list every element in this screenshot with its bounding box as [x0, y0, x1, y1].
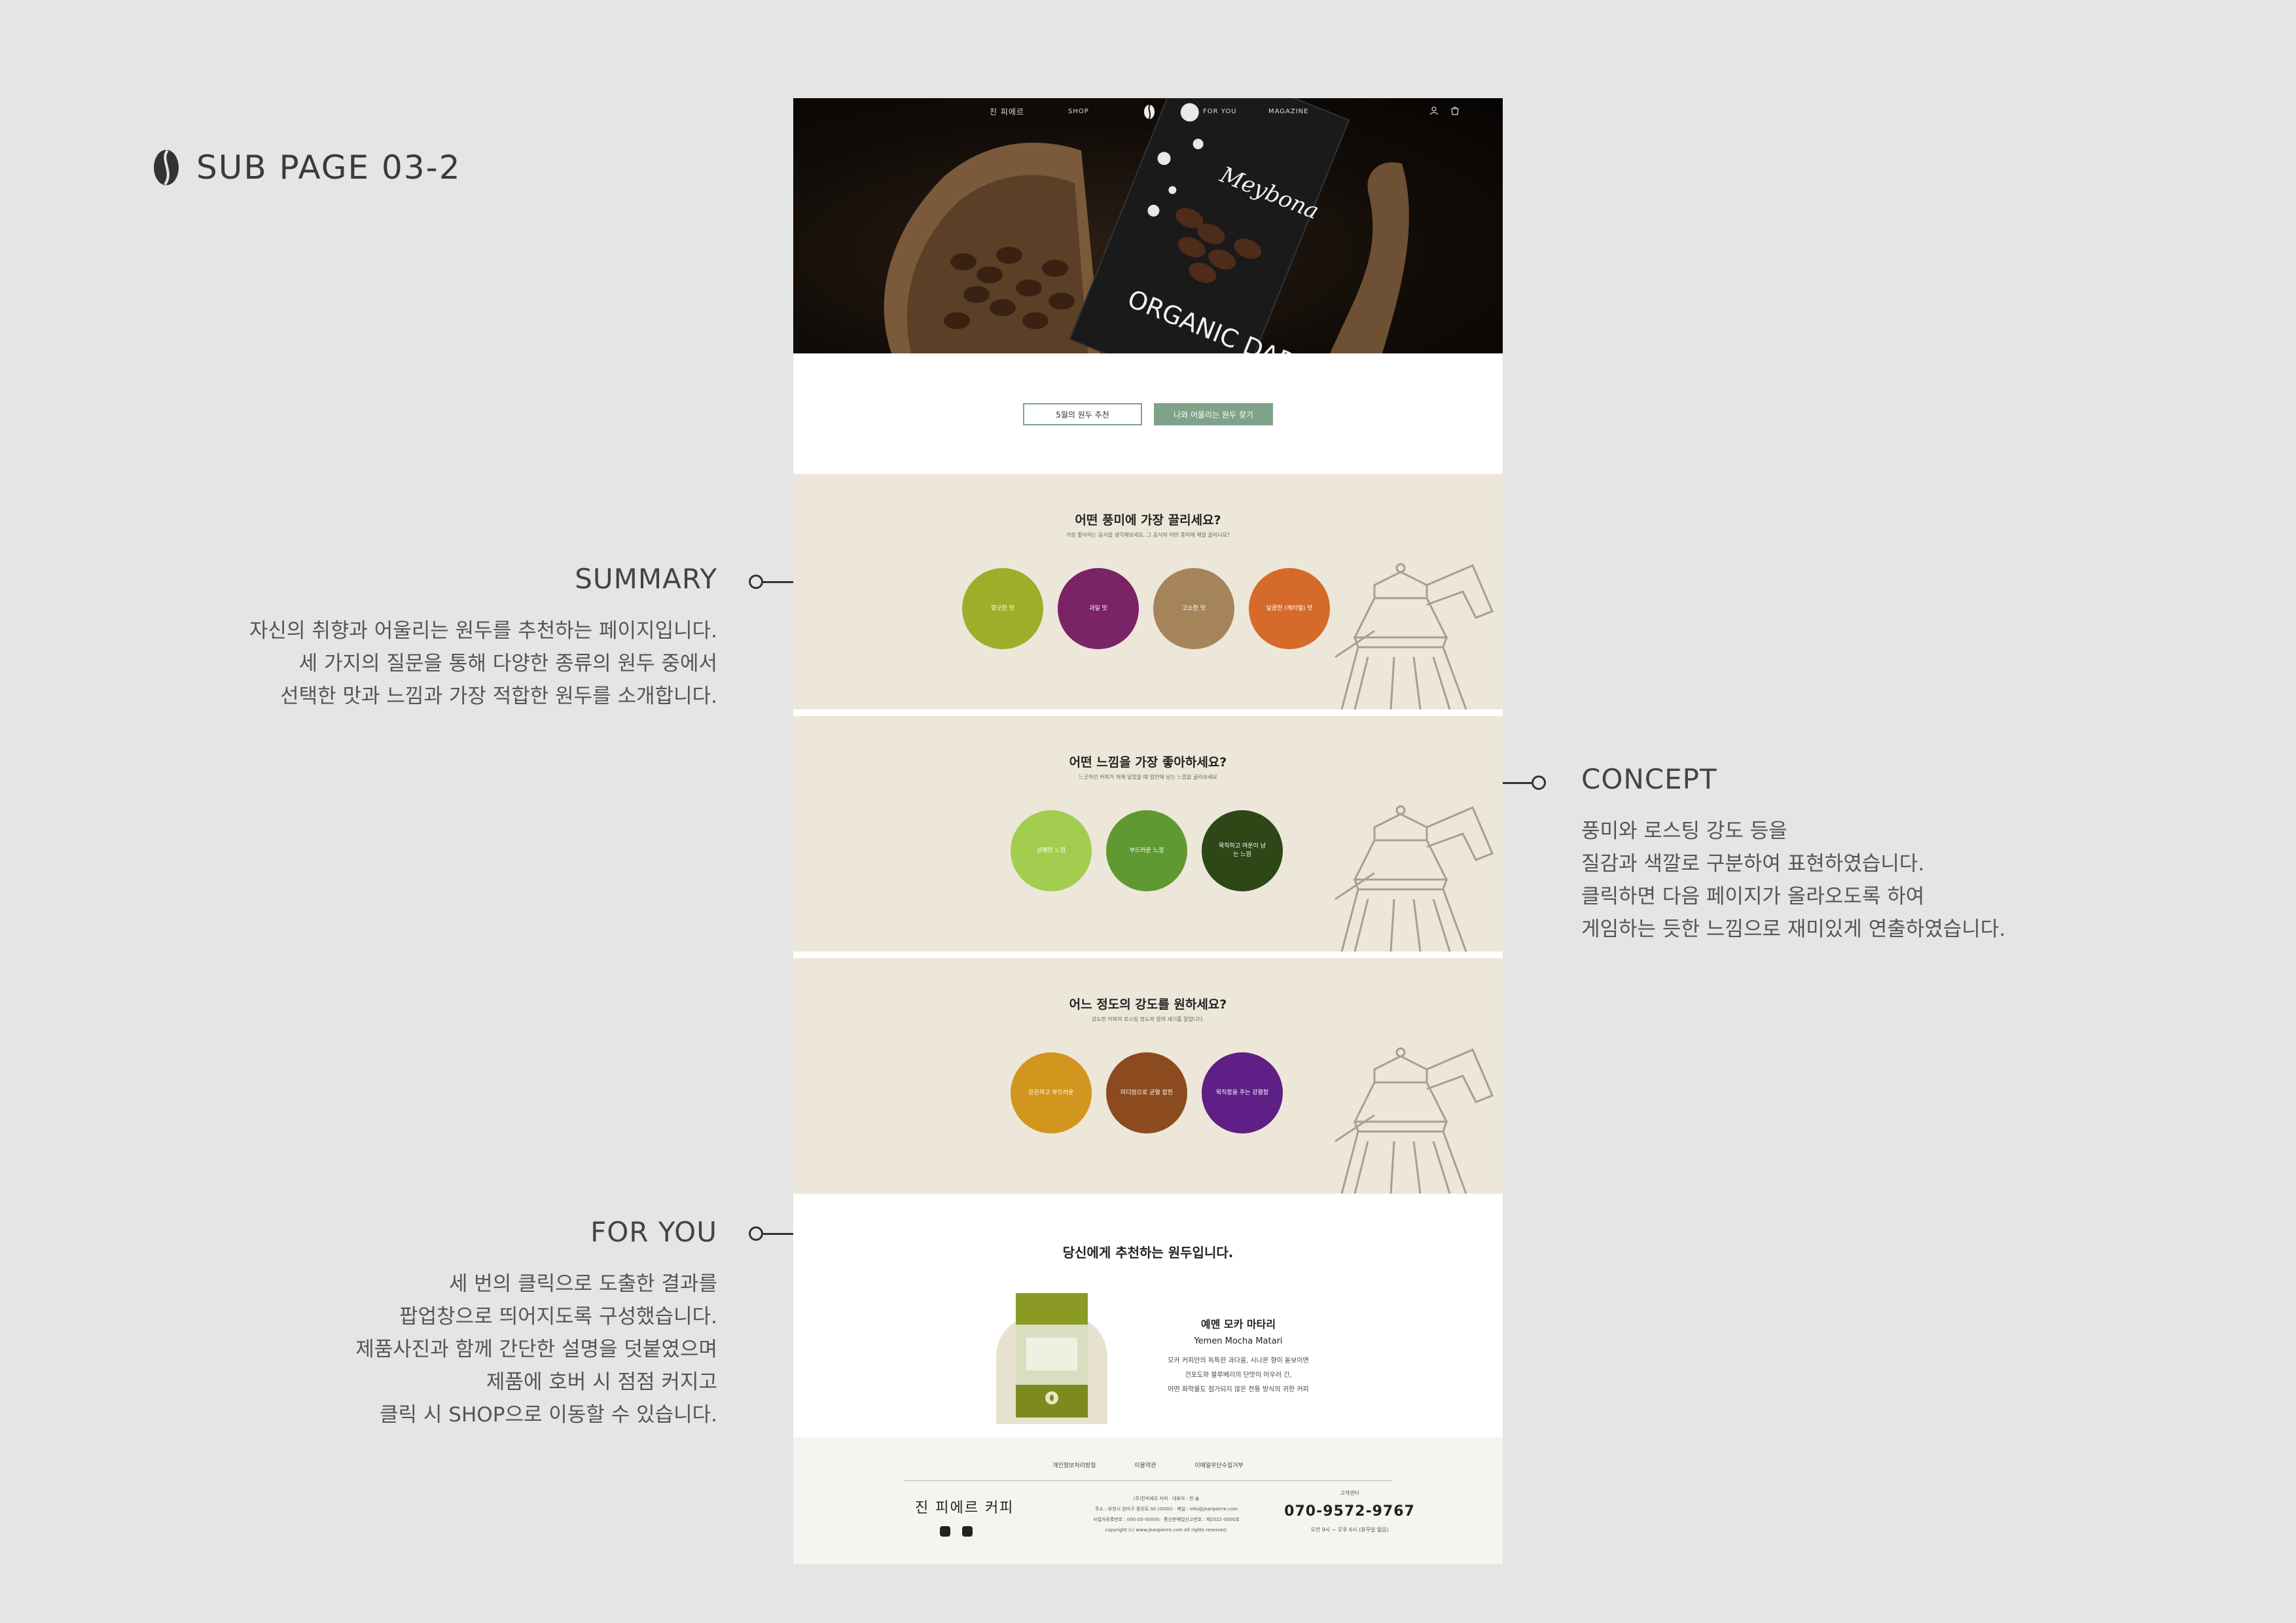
customer-service: 고객센터 070-9572-9767 오전 9시 ~ 오후 6시 (휴무일 없음…	[1271, 1489, 1428, 1533]
recommend-tabs: 5월의 원두 추천 나와 어울리는 원두 찾기	[793, 403, 1503, 425]
option-label: 고소한 맛	[1182, 605, 1206, 612]
option-label: 부드러운 느낌	[1129, 847, 1164, 854]
option-label: 묵직하고 여운이 남는 느낌	[1219, 843, 1266, 858]
footer-logo: 진 피에르 커피	[915, 1500, 1014, 1516]
option-label: 묵직함을 주는 강렬함	[1215, 1089, 1269, 1096]
for-you-line: 세 번의 클릭으로 도출한 결과를	[448, 1272, 717, 1296]
for-you-line: 제품에 호버 시 점점 커지고	[486, 1370, 717, 1394]
concept-annotation: CONCEPT 풍미와 로스팅 강도 등을 질감과 색깔로 구분하여 표현하였습…	[1581, 763, 2005, 946]
option-flavor-caramel[interactable]: 달콤한 (캐러멜) 맛	[1249, 568, 1330, 649]
for-you-line: 제품사진과 함께 간단한 설명을 덧붙였으며	[355, 1338, 717, 1361]
product-name-ko[interactable]: 예멘 모카 마타리	[1140, 1315, 1336, 1331]
product-name-en: Yemen Mocha Matari	[1194, 1336, 1283, 1346]
footer-links: 개인정보처리방침 이용약관 이메일무단수집거부	[793, 1461, 1503, 1469]
page-label-text: SUB PAGE 03-2	[196, 149, 461, 187]
option-strength-medium[interactable]: 미디엄으로 균형 잡힌	[1106, 1052, 1187, 1133]
question-title: 어떤 느낌을 가장 좋아하세요?	[1069, 755, 1227, 770]
coffee-bean-icon	[154, 149, 179, 186]
hero-image: Meybona ORGANIC DARK	[884, 98, 1409, 353]
footer-link-terms[interactable]: 이용약관	[1134, 1463, 1156, 1469]
product-info: 예멘 모카 마타리 Yemen Mocha Matari 모카 커피만의 독특한…	[1140, 1315, 1336, 1397]
option-label: 과일 맛	[1089, 605, 1107, 612]
option-label: 미디엄으로 균형 잡힌	[1120, 1089, 1174, 1096]
for-you-line: 팝업창으로 띄어지도록 구성했습니다.	[399, 1305, 717, 1329]
tab-find-bean[interactable]: 나와 어울리는 원두 찾기	[1154, 403, 1273, 425]
footer: 개인정보처리방침 이용약관 이메일무단수집거부 진 피에르 커피 (주)진피에르…	[793, 1437, 1503, 1564]
footer-info-line: 사업자등록번호 : 000-00-00000 · 통신판매업신고번호 : 제20…	[1093, 1517, 1240, 1522]
for-you-line: 클릭 시 SHOP으로 이동할 수 있습니다.	[380, 1403, 717, 1427]
option-label: 달콤한 (캐러멜) 맛	[1266, 605, 1313, 612]
top-nav: 진 피에르 SHOP FOR YOU MAGAZINE	[793, 98, 1503, 124]
footer-link-email[interactable]: 이메일무단수집거부	[1194, 1463, 1244, 1469]
cs-label: 고객센터	[1340, 1490, 1359, 1496]
option-strength-mild[interactable]: 은은하고 부드러운	[1011, 1052, 1092, 1133]
cart-icon[interactable]	[1450, 106, 1460, 115]
concept-line: 클릭하면 다음 페이지가 올라오도록 하여	[1581, 885, 1925, 908]
result-section: 당신에게 추천하는 원두입니다. 예멘 모카 마타리 Yemen Mocha M…	[793, 1195, 1503, 1437]
summary-line: 세 가지의 질문을 통해 다양한 종류의 원두 중에서	[298, 652, 717, 675]
concept-line: 풍미와 로스팅 강도 등을	[1581, 819, 1787, 843]
moka-pot-icon	[1335, 805, 1494, 952]
for-you-connector-start	[749, 1226, 763, 1241]
footer-info-line: 주소 : 부천시 원미구 중앙로 00 (0000) · 메일 : info@j…	[1095, 1507, 1238, 1512]
hero-banner: Meybona ORGANIC DARK 진 피에르 SHOP FOR YOU …	[793, 98, 1503, 353]
concept-connector-end	[1532, 776, 1546, 790]
summary-connector-start	[749, 575, 763, 589]
footer-company-info: (주)진피에르 커피 · 대표자 : 한 솔 주소 : 부천시 원미구 중앙로 …	[1068, 1493, 1265, 1535]
concept-line: 게임하는 듯한 느낌으로 재미있게 연출하였습니다.	[1581, 918, 2006, 941]
tab-monthly-bean[interactable]: 5월의 원두 추천	[1023, 403, 1142, 425]
cs-hours: 오전 9시 ~ 오후 6시 (휴무일 없음)	[1310, 1527, 1389, 1533]
nav-item-for-you[interactable]: FOR YOU	[1203, 108, 1237, 115]
option-feeling-smooth[interactable]: 부드러운 느낌	[1106, 810, 1187, 891]
summary-title: SUMMARY	[575, 563, 717, 595]
question-subtitle: 느긋하던 커피가 혀에 닿았을 때 입안에 남는 느낌을 골라보세요	[1079, 774, 1217, 780]
question-subtitle: 가장 좋아하는 음식을 생각해보세요. 그 음식의 어떤 풍미에 제일 끌리나요…	[1066, 532, 1230, 538]
result-title: 당신에게 추천하는 원두입니다.	[1062, 1245, 1234, 1260]
option-flavor-nutty[interactable]: 고소한 맛	[1153, 568, 1234, 649]
summary-annotation: SUMMARY 자신의 취향과 어울리는 원두를 추천하는 페이지입니다. 세 …	[249, 563, 717, 713]
for-you-annotation: FOR YOU 세 번의 클릭으로 도출한 결과를 팝업창으로 띄어지도록 구성…	[355, 1216, 717, 1431]
summary-line: 선택한 맛과 느낌과 가장 적합한 원두를 소개합니다.	[280, 685, 717, 708]
product-desc-line: 어떤 화학물도 첨가되지 않은 전통 방식의 귀한 커피	[1168, 1386, 1309, 1393]
option-strength-strong[interactable]: 묵직함을 주는 강렬함	[1202, 1052, 1283, 1133]
question-title: 어느 정도의 강도를 원하세요?	[1069, 997, 1227, 1012]
option-flavor-fruit[interactable]: 과일 맛	[1058, 568, 1139, 649]
nav-brand[interactable]: 진 피에르	[990, 106, 1024, 117]
product-image[interactable]	[996, 1287, 1107, 1424]
option-flavor-herbal[interactable]: 향긋한 맛	[962, 568, 1043, 649]
user-icon[interactable]	[1429, 106, 1439, 115]
question-feeling: 어떤 느낌을 가장 좋아하세요? 느긋하던 커피가 혀에 닿았을 때 입안에 남…	[793, 716, 1503, 952]
footer-link-privacy[interactable]: 개인정보처리방침	[1052, 1463, 1096, 1469]
cs-phone[interactable]: 070-9572-9767	[1271, 1503, 1428, 1520]
website-mockup: Meybona ORGANIC DARK 진 피에르 SHOP FOR YOU …	[793, 98, 1503, 1564]
moka-pot-icon	[1335, 563, 1494, 709]
question-subtitle: 강도란 커피의 로스팅 정도와 향의 세기를 말합니다.	[1091, 1016, 1205, 1022]
option-label: 상쾌한 느낌	[1036, 847, 1066, 854]
concept-title: CONCEPT	[1581, 763, 1717, 795]
moka-pot-icon	[1335, 1047, 1494, 1194]
footer-divider	[903, 1480, 1393, 1481]
for-you-title: FOR YOU	[590, 1216, 717, 1248]
youtube-icon[interactable]	[940, 1526, 950, 1537]
summary-line: 자신의 취향과 어울리는 원두를 추천하는 페이지입니다.	[249, 619, 717, 643]
option-label: 은은하고 부드러운	[1028, 1089, 1074, 1096]
product-desc-line: 건포도와 블루베리의 단맛이 어우러 긴,	[1185, 1372, 1292, 1379]
question-flavor: 어떤 풍미에 가장 끌리세요? 가장 좋아하는 음식을 생각해보세요. 그 음식…	[793, 474, 1503, 709]
footer-info-line: copyright (c) www.jeanpierre.com All rig…	[1105, 1527, 1228, 1533]
product-desc-line: 모카 커피만의 독특한 과다움, 시나몬 향이 돋보이면	[1168, 1357, 1309, 1364]
option-feeling-fresh[interactable]: 상쾌한 느낌	[1011, 810, 1092, 891]
concept-line: 질감과 색깔로 구분하여 표현하였습니다.	[1581, 852, 1925, 876]
nav-item-shop[interactable]: SHOP	[1068, 108, 1089, 115]
page-label: SUB PAGE 03-2	[152, 148, 461, 187]
nav-item-magazine[interactable]: MAGAZINE	[1268, 108, 1308, 115]
instagram-icon[interactable]	[962, 1526, 973, 1537]
question-title: 어떤 풍미에 가장 끌리세요?	[1075, 513, 1221, 527]
option-label: 향긋한 맛	[991, 605, 1014, 612]
logo-bean-icon[interactable]	[1143, 103, 1156, 120]
option-feeling-heavy[interactable]: 묵직하고 여운이 남는 느낌	[1202, 810, 1283, 891]
footer-info-line: (주)진피에르 커피 · 대표자 : 한 솔	[1133, 1496, 1200, 1501]
question-strength: 어느 정도의 강도를 원하세요? 강도란 커피의 로스팅 정도와 향의 세기를 …	[793, 958, 1503, 1194]
